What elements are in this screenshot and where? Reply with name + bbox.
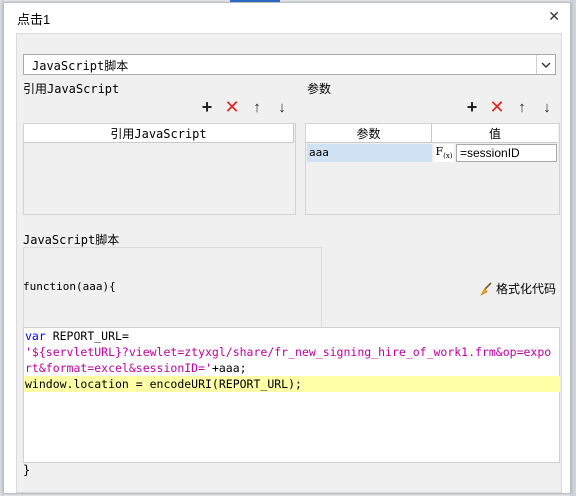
format-code-label: 格式化代码 <box>496 282 557 296</box>
format-code-button[interactable]: 格式化代码 <box>479 280 556 297</box>
script-type-value: JavaScript脚本 <box>32 59 129 73</box>
formula-fx-button[interactable]: F(x) <box>434 144 454 162</box>
function-signature: function(aaa){ <box>23 280 116 293</box>
param-value-input[interactable]: =sessionID <box>456 144 557 162</box>
code-line-2: '${servletURL}?viewlet=ztyxgl/share/fr_n… <box>25 345 552 359</box>
code-editor[interactable]: var REPORT_URL= '${servletURL}?viewlet=z… <box>23 327 560 463</box>
title-bar: 点击1 ✕ <box>4 3 570 31</box>
code-text: REPORT_URL= <box>45 329 129 343</box>
move-down-param-button[interactable]: ↓ <box>539 99 555 116</box>
param-value-header[interactable]: 值 <box>432 124 558 143</box>
move-down-ref-button[interactable]: ↓ <box>274 99 290 116</box>
ref-js-table[interactable]: 引用JavaScript <box>23 123 296 215</box>
params-table[interactable]: 参数 值 aaa F(x) =sessionID <box>305 123 560 215</box>
dialog-content: JavaScript脚本 引用JavaScript + ✕ ↑ ↓ 引用Java… <box>16 33 562 493</box>
delete-ref-button[interactable]: ✕ <box>224 97 240 117</box>
close-icon[interactable]: ✕ <box>548 8 560 25</box>
chevron-down-icon[interactable] <box>536 55 555 74</box>
code-text: +aaa; <box>211 361 247 375</box>
move-up-param-button[interactable]: ↑ <box>514 99 530 116</box>
window-title: 点击1 <box>17 12 51 27</box>
fx-icon-sub: (x) <box>443 152 453 161</box>
ref-js-column-header[interactable]: 引用JavaScript <box>24 124 294 143</box>
param-name-header[interactable]: 参数 <box>306 124 432 143</box>
code-line-3: rt&format=excel&sessionID='+aaa; <box>24 360 560 376</box>
broom-icon <box>479 281 493 296</box>
params-label: 参数 <box>307 82 332 96</box>
code-string: rt&format=excel&sessionID=' <box>25 361 212 375</box>
dialog-window: 点击1 ✕ JavaScript脚本 引用JavaScript + ✕ ↑ ↓ … <box>3 2 571 494</box>
code-line-1: var REPORT_URL= <box>24 328 560 344</box>
fx-icon: F <box>435 145 444 158</box>
script-type-select[interactable]: JavaScript脚本 <box>23 54 556 75</box>
add-param-button[interactable]: + <box>464 97 480 117</box>
script-label: JavaScript脚本 <box>23 233 120 247</box>
move-up-ref-button[interactable]: ↑ <box>249 99 265 116</box>
param-name-cell[interactable]: aaa <box>307 144 432 162</box>
add-ref-button[interactable]: + <box>199 97 215 117</box>
function-closing-brace: } <box>23 463 31 477</box>
ref-js-label: 引用JavaScript <box>23 82 120 96</box>
code-line-4: window.location = encodeURI(REPORT_URL); <box>24 376 560 392</box>
code-keyword: var <box>25 329 46 343</box>
delete-param-button[interactable]: ✕ <box>489 97 505 117</box>
